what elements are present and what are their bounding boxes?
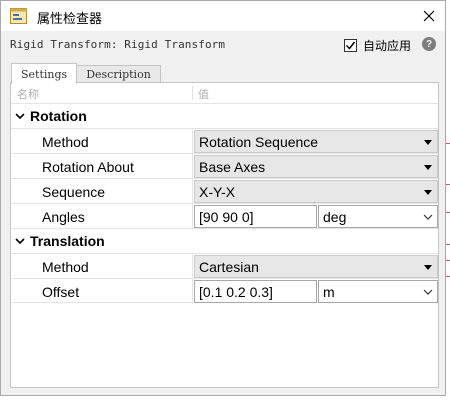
- row-separator: [192, 179, 193, 204]
- chevron-down-icon[interactable]: [14, 110, 26, 122]
- checkmark-icon: [345, 41, 356, 50]
- input-value: [0.1 0.2 0.3]: [199, 284, 273, 300]
- row-separator: [192, 279, 193, 304]
- property-inspector-window: 属性检查器 Rigid Transform: Rigid Transform 自…: [0, 0, 446, 396]
- dropdown-arrow-icon: [424, 165, 432, 170]
- property-row-sequence: Sequence X-Y-X: [11, 178, 438, 204]
- column-header-name: 名称: [17, 88, 39, 101]
- auto-apply-checkbox[interactable]: [344, 39, 357, 52]
- dropdown-value: X-Y-X: [199, 184, 236, 200]
- dropdown-arrow-icon: [424, 190, 432, 195]
- chevron-down-icon: [423, 214, 433, 220]
- translation-method-dropdown[interactable]: Cartesian: [194, 255, 438, 278]
- column-divider[interactable]: [192, 86, 193, 100]
- row-separator: [192, 129, 193, 154]
- row-separator: [192, 254, 193, 279]
- dropdown-value: Base Axes: [199, 159, 266, 175]
- offset-unit-select[interactable]: m: [318, 280, 438, 303]
- angles-input[interactable]: [90 90 0]: [194, 205, 317, 228]
- tab-settings[interactable]: Settings: [11, 63, 78, 84]
- group-row-translation[interactable]: Translation: [11, 228, 438, 253]
- help-icon[interactable]: ?: [422, 37, 436, 51]
- dropdown-arrow-icon: [424, 265, 432, 270]
- unit-value: m: [323, 284, 335, 300]
- window-title: 属性检查器: [37, 12, 103, 27]
- block-name: Rigid Transform: Rigid Transform: [10, 38, 226, 51]
- row-separator: [192, 204, 193, 229]
- tab-bar: Settings Description: [11, 63, 161, 84]
- row-separator: [192, 154, 193, 179]
- angles-unit-select[interactable]: deg: [318, 205, 438, 228]
- group-row-rotation[interactable]: Rotation: [11, 103, 438, 128]
- offset-input[interactable]: [0.1 0.2 0.3]: [194, 280, 317, 303]
- column-header-value: 值: [198, 88, 209, 101]
- close-button[interactable]: [415, 2, 443, 30]
- property-label: Method: [42, 259, 89, 275]
- app-icon: [10, 8, 27, 24]
- chevron-down-icon: [423, 289, 433, 295]
- column-header: 名称 值: [11, 83, 438, 103]
- property-row-rotation-method: Method Rotation Sequence: [11, 128, 438, 154]
- property-label: Offset: [42, 284, 80, 300]
- property-label: Sequence: [42, 184, 106, 200]
- property-row-offset: Offset [0.1 0.2 0.3] m: [11, 278, 438, 304]
- property-row-angles: Angles [90 90 0] deg: [11, 203, 438, 229]
- property-label: Rotation About: [42, 159, 134, 175]
- close-icon: [423, 10, 435, 22]
- header-bar: Rigid Transform: Rigid Transform 自动应用 ?: [10, 34, 440, 58]
- auto-apply-toggle[interactable]: 自动应用: [344, 37, 411, 54]
- auto-apply-label: 自动应用: [363, 39, 412, 53]
- unit-value: deg: [323, 209, 347, 225]
- property-row-rotation-about: Rotation About Base Axes: [11, 153, 438, 179]
- rotation-about-dropdown[interactable]: Base Axes: [194, 155, 438, 178]
- property-row-translation-method: Method Cartesian: [11, 253, 438, 279]
- chevron-down-icon[interactable]: [14, 235, 26, 247]
- tab-description[interactable]: Description: [76, 65, 161, 83]
- dropdown-value: Cartesian: [199, 259, 259, 275]
- rotation-method-dropdown[interactable]: Rotation Sequence: [194, 130, 438, 153]
- title-bar[interactable]: 属性检查器: [1, 1, 445, 31]
- dropdown-arrow-icon: [424, 140, 432, 145]
- group-label-translation: Translation: [30, 233, 105, 249]
- sequence-dropdown[interactable]: X-Y-X: [194, 180, 438, 203]
- property-table: 名称 值 Rotation Method Rotation Sequence R…: [10, 82, 439, 388]
- group-label-rotation: Rotation: [30, 108, 87, 124]
- input-value: [90 90 0]: [199, 209, 254, 225]
- property-label: Method: [42, 134, 89, 150]
- property-label: Angles: [42, 209, 85, 225]
- dropdown-value: Rotation Sequence: [199, 134, 319, 150]
